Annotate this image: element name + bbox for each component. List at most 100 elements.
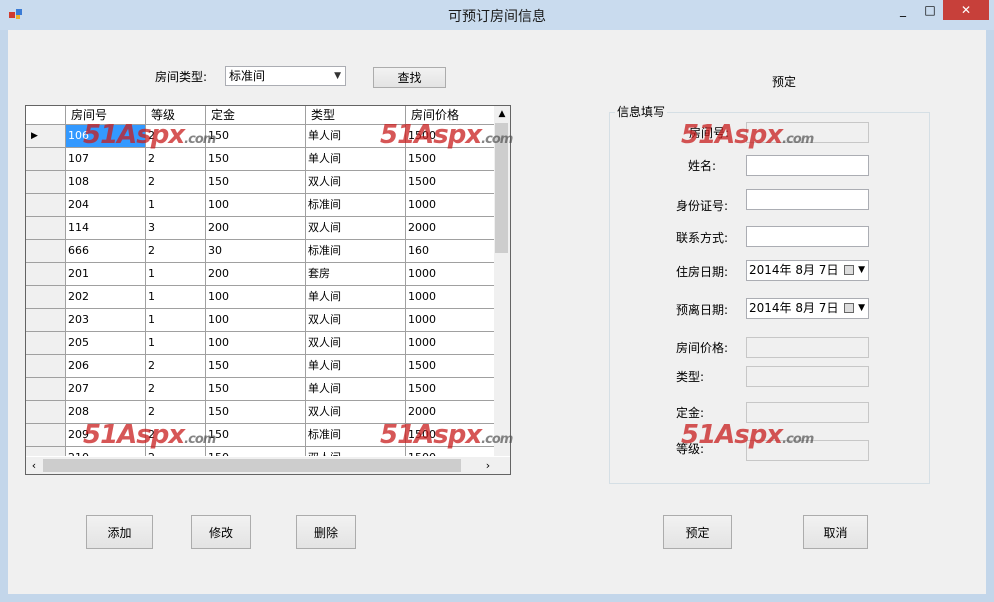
- cell-deposit[interactable]: 100: [206, 286, 306, 309]
- table-row[interactable]: 209 2 150 标准间 1500: [26, 424, 496, 447]
- id-number-field[interactable]: [746, 189, 869, 210]
- cell-type[interactable]: 双人间: [306, 217, 406, 240]
- cell-deposit[interactable]: 150: [206, 424, 306, 447]
- cell-deposit[interactable]: 100: [206, 332, 306, 355]
- cell-price[interactable]: 1000: [406, 332, 496, 355]
- cancel-button[interactable]: 取消: [803, 515, 868, 549]
- cell-deposit[interactable]: 150: [206, 355, 306, 378]
- scroll-left-icon[interactable]: ‹: [26, 457, 42, 474]
- checkin-date-picker[interactable]: 2014年 8月 7日 ▼: [746, 260, 869, 281]
- cell-type[interactable]: 双人间: [306, 401, 406, 424]
- cell-price[interactable]: 1000: [406, 286, 496, 309]
- cell-deposit[interactable]: 150: [206, 171, 306, 194]
- cell-room-no[interactable]: 206: [66, 355, 146, 378]
- close-button[interactable]: ✕: [943, 0, 989, 20]
- column-header-level[interactable]: 等级: [146, 106, 206, 125]
- chevron-down-icon[interactable]: ▼: [858, 299, 865, 318]
- cell-room-no[interactable]: 114: [66, 217, 146, 240]
- table-row[interactable]: 202 1 100 单人间 1000: [26, 286, 496, 309]
- cell-room-no[interactable]: 209: [66, 424, 146, 447]
- table-row[interactable]: 205 1 100 双人间 1000: [26, 332, 496, 355]
- row-header[interactable]: [26, 240, 66, 263]
- cell-price[interactable]: 1500: [406, 378, 496, 401]
- type-field[interactable]: [746, 366, 869, 387]
- cell-type[interactable]: 单人间: [306, 125, 406, 148]
- table-row[interactable]: 204 1 100 标准间 1000: [26, 194, 496, 217]
- cell-deposit[interactable]: 150: [206, 447, 306, 456]
- chevron-down-icon[interactable]: ▼: [858, 261, 865, 280]
- find-button[interactable]: 查找: [373, 67, 446, 88]
- cell-level[interactable]: 2: [146, 424, 206, 447]
- row-header[interactable]: [26, 171, 66, 194]
- deposit-field[interactable]: [746, 402, 869, 423]
- cell-type[interactable]: 单人间: [306, 148, 406, 171]
- cell-room-no[interactable]: 210: [66, 447, 146, 456]
- cell-level[interactable]: 1: [146, 332, 206, 355]
- table-row[interactable]: 666 2 30 标准间 160: [26, 240, 496, 263]
- table-row[interactable]: 207 2 150 单人间 1500: [26, 378, 496, 401]
- column-header-room-no[interactable]: 房间号: [66, 106, 146, 125]
- cell-price[interactable]: 1000: [406, 309, 496, 332]
- contact-field[interactable]: [746, 226, 869, 247]
- cell-room-no[interactable]: 207: [66, 378, 146, 401]
- cell-room-no[interactable]: 107: [66, 148, 146, 171]
- cell-level[interactable]: 2: [146, 378, 206, 401]
- cell-room-no[interactable]: 202: [66, 286, 146, 309]
- cell-price[interactable]: 1500: [406, 148, 496, 171]
- room-type-select[interactable]: 标准间 ▼: [225, 66, 346, 86]
- cell-deposit[interactable]: 200: [206, 263, 306, 286]
- delete-button[interactable]: 删除: [296, 515, 356, 549]
- cell-type[interactable]: 双人间: [306, 171, 406, 194]
- row-header[interactable]: [26, 424, 66, 447]
- row-header[interactable]: [26, 447, 66, 456]
- cell-room-no[interactable]: 205: [66, 332, 146, 355]
- cell-level[interactable]: 1: [146, 194, 206, 217]
- table-row[interactable]: 208 2 150 双人间 2000: [26, 401, 496, 424]
- cell-level[interactable]: 2: [146, 240, 206, 263]
- edit-button[interactable]: 修改: [191, 515, 251, 549]
- cell-deposit[interactable]: 30: [206, 240, 306, 263]
- table-row[interactable]: 201 1 200 套房 1000: [26, 263, 496, 286]
- cell-level[interactable]: 2: [146, 125, 206, 148]
- cell-room-no[interactable]: 203: [66, 309, 146, 332]
- cell-deposit[interactable]: 150: [206, 401, 306, 424]
- cell-price[interactable]: 1500: [406, 424, 496, 447]
- cell-room-no[interactable]: 208: [66, 401, 146, 424]
- cell-level[interactable]: 2: [146, 447, 206, 456]
- cell-level[interactable]: 1: [146, 263, 206, 286]
- cell-type[interactable]: 单人间: [306, 355, 406, 378]
- row-header[interactable]: [26, 286, 66, 309]
- cell-deposit[interactable]: 100: [206, 309, 306, 332]
- cell-deposit[interactable]: 150: [206, 378, 306, 401]
- scroll-up-icon[interactable]: ▲: [494, 106, 510, 123]
- cell-room-no[interactable]: 106: [66, 125, 146, 148]
- cell-room-no[interactable]: 201: [66, 263, 146, 286]
- level-field[interactable]: [746, 440, 869, 461]
- row-header[interactable]: [26, 263, 66, 286]
- cell-room-no[interactable]: 666: [66, 240, 146, 263]
- cell-level[interactable]: 1: [146, 286, 206, 309]
- cell-level[interactable]: 3: [146, 217, 206, 240]
- cell-level[interactable]: 1: [146, 309, 206, 332]
- column-header-price[interactable]: 房间价格: [406, 106, 496, 125]
- cell-level[interactable]: 2: [146, 148, 206, 171]
- column-header-type[interactable]: 类型: [306, 106, 406, 125]
- row-header[interactable]: [26, 194, 66, 217]
- minimize-button[interactable]: _: [889, 0, 917, 20]
- cell-price[interactable]: 1500: [406, 447, 496, 456]
- row-header[interactable]: [26, 309, 66, 332]
- book-button[interactable]: 预定: [663, 515, 732, 549]
- row-header[interactable]: [26, 378, 66, 401]
- row-header[interactable]: [26, 332, 66, 355]
- table-row[interactable]: 206 2 150 单人间 1500: [26, 355, 496, 378]
- cell-type[interactable]: 标准间: [306, 424, 406, 447]
- cell-deposit[interactable]: 150: [206, 125, 306, 148]
- cell-type[interactable]: 双人间: [306, 332, 406, 355]
- cell-type[interactable]: 双人间: [306, 447, 406, 456]
- cell-price[interactable]: 1500: [406, 125, 496, 148]
- table-row[interactable]: 1062150单人间1500: [26, 125, 496, 148]
- checkout-date-picker[interactable]: 2014年 8月 7日 ▼: [746, 298, 869, 319]
- cell-type[interactable]: 单人间: [306, 378, 406, 401]
- table-row[interactable]: 114 3 200 双人间 2000: [26, 217, 496, 240]
- table-row[interactable]: 108 2 150 双人间 1500: [26, 171, 496, 194]
